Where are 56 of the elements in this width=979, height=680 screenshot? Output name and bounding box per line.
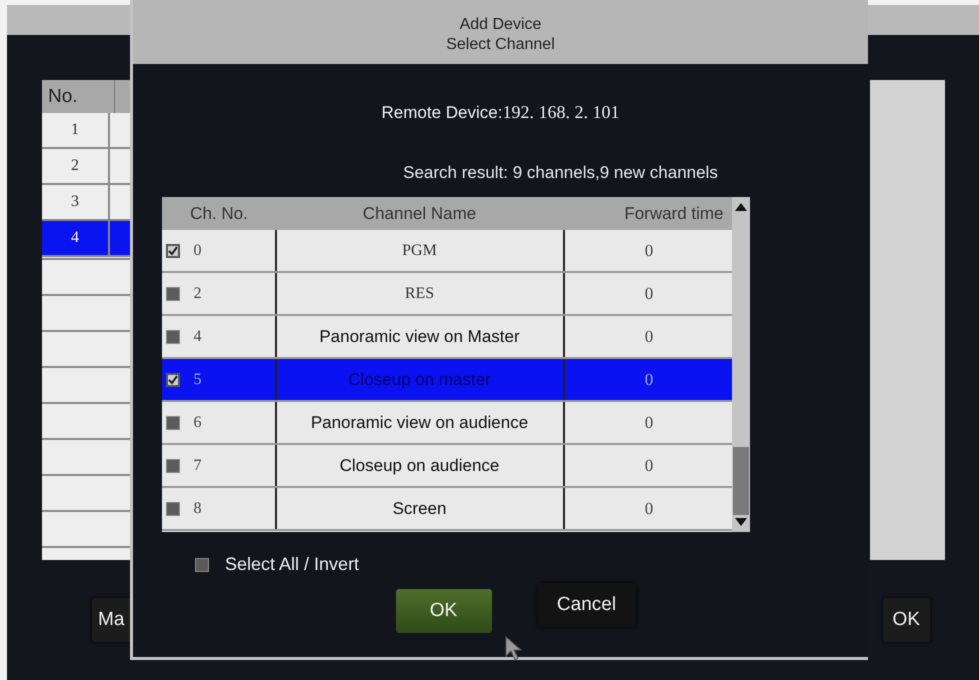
checkbox[interactable] — [166, 502, 180, 516]
column-header: Ch. No. — [189, 203, 249, 225]
table-cell: Closeup on audience — [276, 445, 564, 486]
table-cell: 3 — [42, 185, 110, 219]
table-row[interactable]: 2 RES 0 — [162, 273, 732, 316]
table-row[interactable]: 6 Panoramic view on audience 0 — [162, 402, 732, 445]
ok-button[interactable]: OK — [396, 589, 492, 633]
table-cell: 2 — [194, 284, 202, 302]
checkbox[interactable] — [166, 286, 180, 300]
table-cell-text: 0 — [644, 412, 654, 434]
checkbox-label: Select All / Invert — [225, 554, 360, 575]
scrollbar[interactable] — [732, 197, 750, 532]
cursor-icon — [505, 636, 525, 662]
checkbox[interactable] — [166, 372, 180, 386]
table-row[interactable]: 5 Closeup on master 0 — [162, 359, 732, 402]
table-cell: Closeup on master — [276, 359, 564, 400]
table-cell: RES — [276, 273, 564, 314]
table-cell: Panoramic view on Master — [276, 316, 564, 357]
dialog-subtitle: Select Channel — [446, 36, 555, 54]
scroll-down-icon[interactable] — [734, 518, 746, 526]
table-cell: 5 — [194, 370, 202, 388]
table-cell: 4 — [194, 328, 202, 346]
dialog-title: Add Device — [460, 16, 542, 34]
table-cell: 6 — [194, 414, 202, 432]
dialog-button[interactable]: OK — [882, 598, 930, 642]
table-cell: PGM — [276, 230, 564, 271]
scroll-thumb[interactable] — [732, 447, 748, 515]
checkbox[interactable] — [166, 458, 180, 472]
search-result-text: Search result: 9 channels,9 new channels — [403, 163, 718, 183]
table-cell-text: 0 — [644, 368, 654, 390]
table-cell: 8 — [194, 500, 202, 518]
table-row[interactable]: 0 PGM 0 — [162, 230, 732, 273]
checkbox[interactable] — [195, 558, 209, 572]
table-cell: 1 — [42, 113, 110, 147]
table-row[interactable]: 4 Panoramic view on Master 0 — [162, 316, 732, 359]
table-row[interactable]: 8 Screen 0 — [162, 488, 732, 531]
column-header: Channel Name — [362, 203, 478, 225]
cancel-button[interactable]: Cancel — [538, 583, 636, 627]
checkbox[interactable] — [166, 244, 180, 258]
table-cell-text: 0 — [644, 498, 654, 520]
scroll-up-icon[interactable] — [734, 203, 746, 211]
table-cell: 0 — [194, 242, 202, 260]
table-cell: 2 — [42, 149, 110, 183]
table-cell: 4 — [42, 221, 110, 255]
table-cell: Panoramic view on audience — [276, 402, 564, 443]
checkbox[interactable] — [166, 330, 180, 344]
remote-device-text: Remote Device:192. 168. 2. 101 — [382, 102, 620, 123]
table-cell-text: 0 — [644, 240, 654, 262]
table-cell-text: 0 — [644, 282, 654, 304]
table-cell-text: 0 — [644, 326, 654, 348]
table-row[interactable]: 7 Closeup on audience 0 — [162, 445, 732, 488]
column-header: Forward time — [623, 203, 724, 225]
checkbox[interactable] — [166, 416, 180, 430]
table-cell: 7 — [194, 456, 202, 474]
table-cell-text: 0 — [644, 454, 654, 476]
table-cell: Screen — [276, 488, 564, 529]
